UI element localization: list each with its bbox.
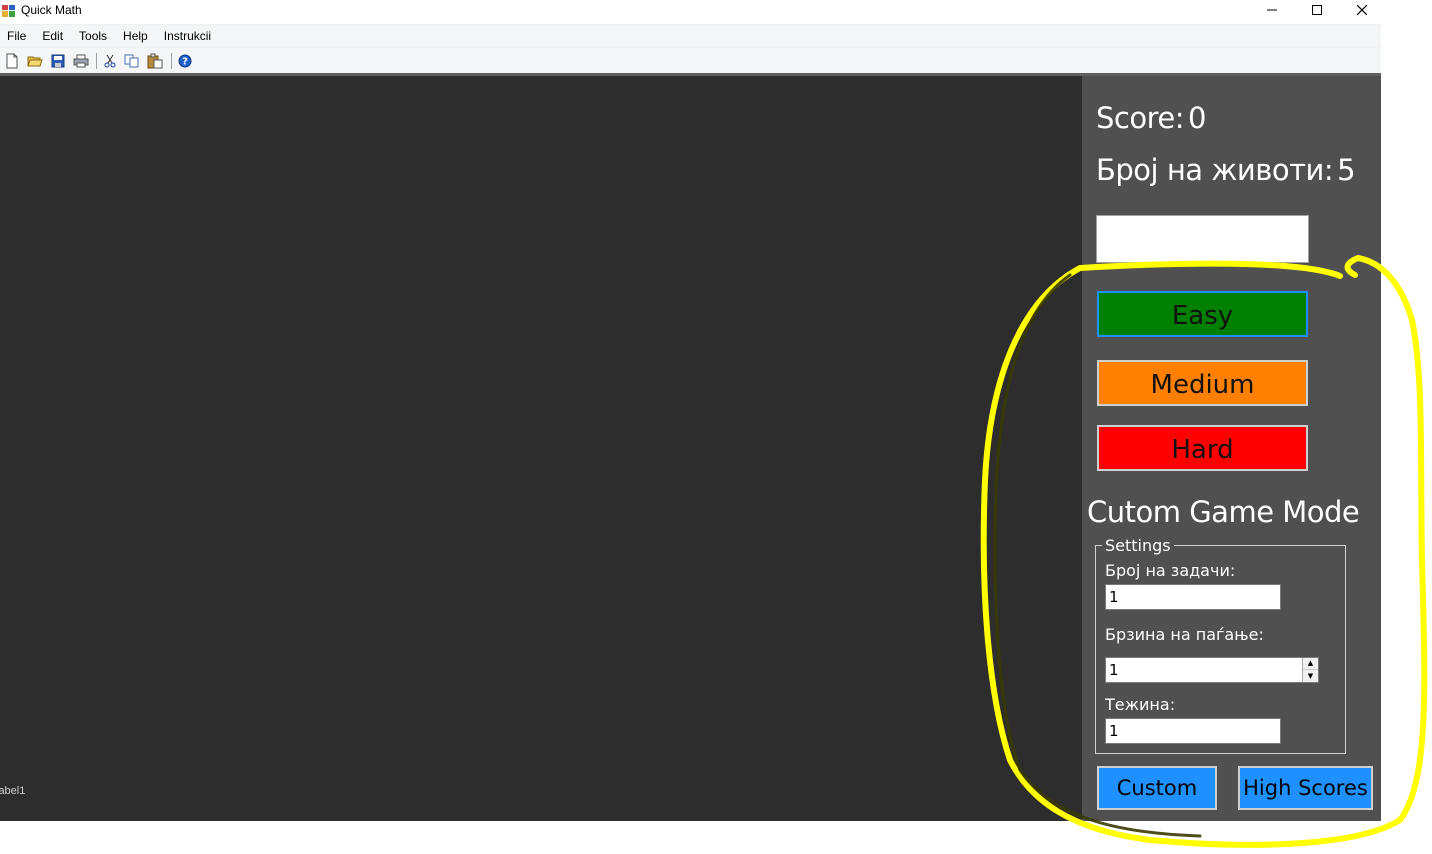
toolbar-separator [96, 53, 97, 69]
menu-help[interactable]: Help [116, 25, 157, 47]
menu-file[interactable]: File [0, 25, 35, 47]
custom-button[interactable]: Custom [1097, 766, 1217, 810]
lives-row: Број на животи: 5 [1096, 153, 1356, 187]
speed-spin-buttons: ▲ ▼ [1302, 658, 1318, 682]
toolbar: ? [0, 48, 1381, 73]
title-bar: Quick Math [0, 0, 1381, 24]
print-icon[interactable] [73, 53, 89, 69]
paste-icon[interactable] [147, 53, 163, 69]
open-folder-icon[interactable] [27, 53, 43, 69]
score-value: 0 [1188, 101, 1206, 135]
menu-instrukcii[interactable]: Instrukcii [157, 25, 220, 47]
answer-input[interactable] [1096, 215, 1309, 263]
minimize-icon [1267, 9, 1277, 11]
speed-stepper[interactable]: 1 [1105, 657, 1319, 683]
app-icon [2, 3, 16, 17]
close-button[interactable] [1339, 0, 1385, 20]
label1: label1 [0, 785, 26, 797]
maximize-icon [1312, 5, 1322, 15]
score-row: Score: 0 [1096, 101, 1206, 135]
toolbar-separator [171, 53, 172, 69]
tasks-input[interactable]: 1 [1105, 584, 1281, 610]
menu-edit[interactable]: Edit [35, 25, 72, 47]
hard-button[interactable]: Hard [1097, 425, 1308, 471]
tasks-label: Број на задачи: [1105, 561, 1236, 580]
close-icon [1357, 5, 1367, 15]
lives-label: Број на животи: [1096, 153, 1334, 187]
menu-bar: File Edit Tools Help Instrukcii [0, 25, 1381, 47]
spin-up-icon[interactable]: ▲ [1303, 658, 1318, 670]
custom-mode-title: Cutom Game Mode [1087, 495, 1360, 529]
maximize-button[interactable] [1294, 0, 1340, 20]
speed-label: Брзина на паѓање: [1105, 625, 1264, 644]
cut-icon[interactable] [102, 53, 118, 69]
spin-down-icon[interactable]: ▼ [1303, 670, 1318, 682]
easy-button[interactable]: Easy [1097, 291, 1308, 337]
high-scores-button[interactable]: High Scores [1238, 766, 1373, 810]
difficulty-label: Тежина: [1105, 695, 1176, 714]
lives-value: 5 [1337, 153, 1356, 187]
score-label: Score: [1096, 101, 1185, 135]
new-file-icon[interactable] [4, 53, 20, 69]
menu-tools[interactable]: Tools [72, 25, 116, 47]
settings-title: Settings [1102, 536, 1174, 555]
medium-button[interactable]: Medium [1097, 360, 1308, 406]
difficulty-input[interactable]: 1 [1105, 718, 1281, 744]
minimize-button[interactable] [1249, 0, 1295, 20]
svg-text:?: ? [182, 57, 188, 68]
copy-icon[interactable] [124, 53, 140, 69]
window-title: Quick Math [21, 3, 82, 17]
save-icon[interactable] [50, 53, 66, 69]
main-window: Quick Math File Edit Tools Help Instrukc… [0, 0, 1381, 821]
help-icon[interactable]: ? [177, 53, 193, 69]
game-canvas[interactable] [0, 76, 1082, 821]
